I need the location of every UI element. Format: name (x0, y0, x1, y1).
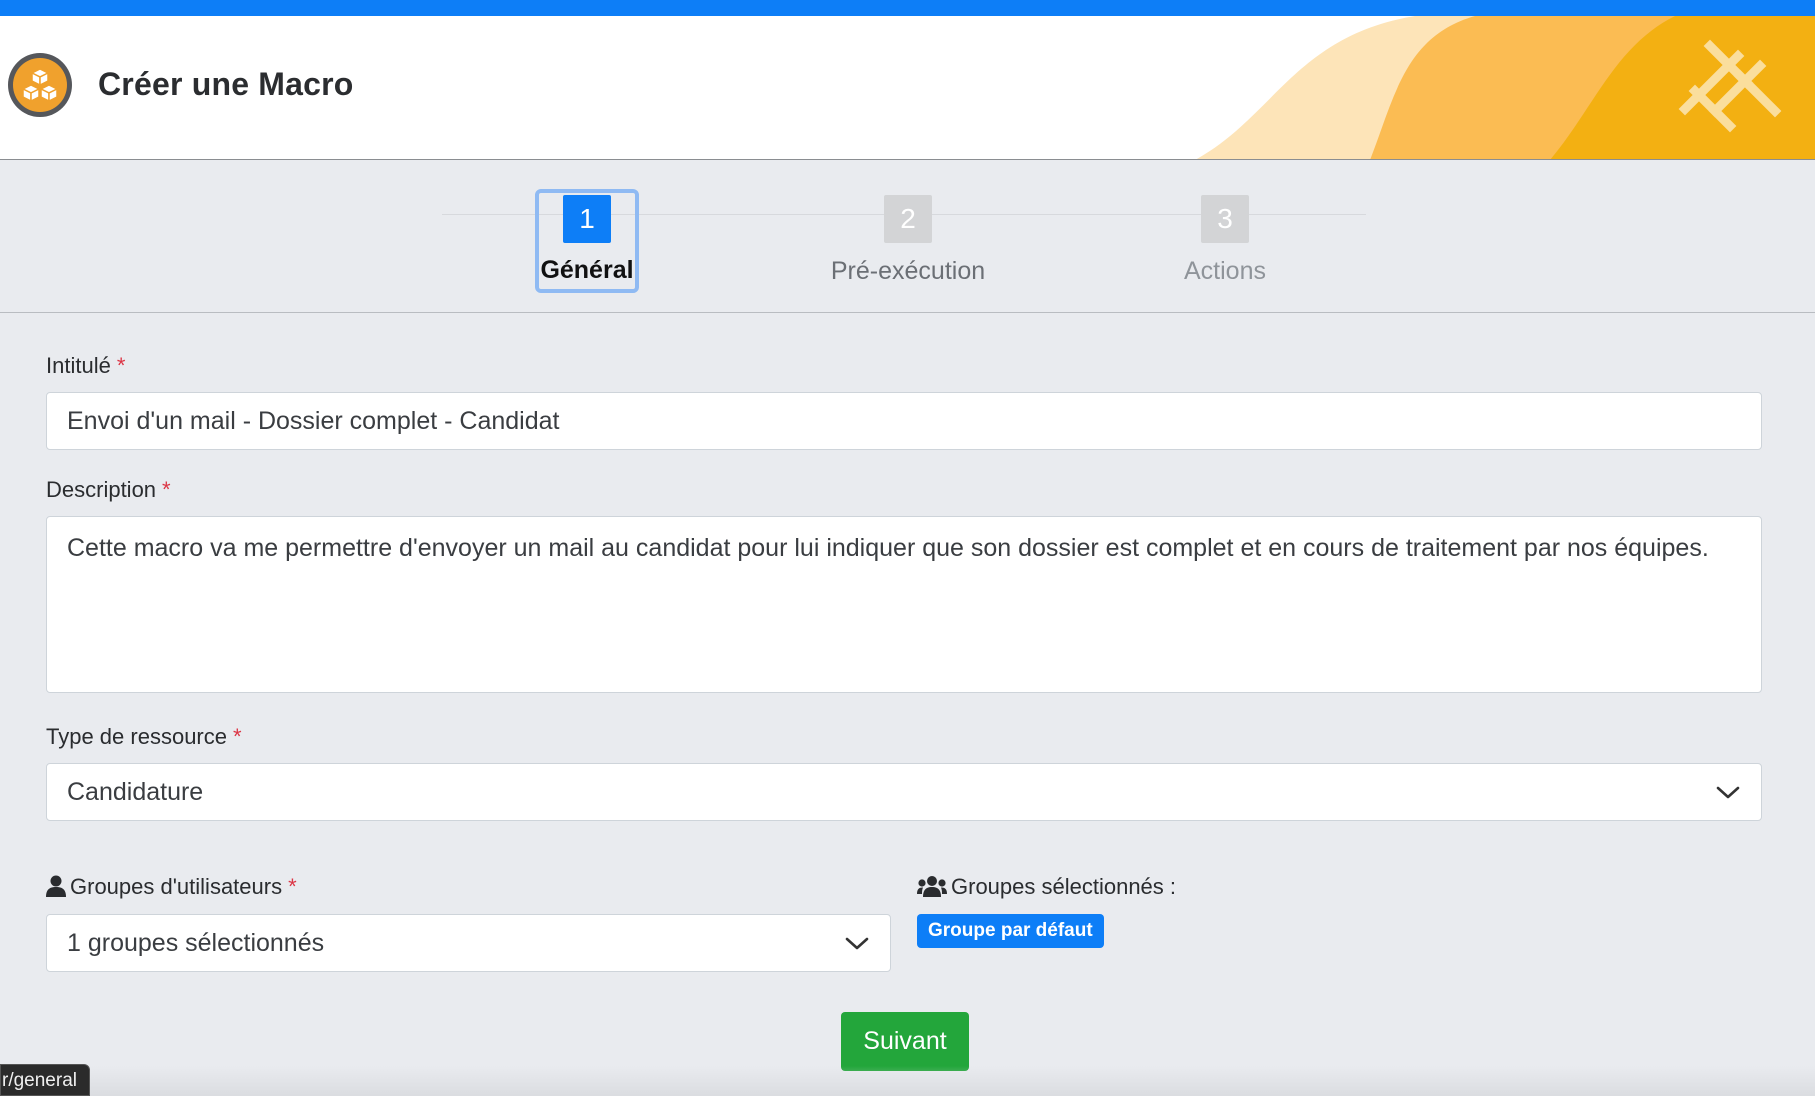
step-label: Actions (1184, 257, 1266, 285)
header-decoration (1196, 16, 1815, 159)
step-label: Général (540, 256, 634, 284)
wizard-stepper: 1 Général 2 Pré-exécution 3 Actions (0, 161, 1815, 313)
type-ressource-label: Type de ressource * (46, 724, 242, 749)
groupes-utilisateurs-select[interactable]: 1 groupes sélectionnés (46, 914, 891, 972)
description-label: Description * (46, 477, 171, 502)
required-asterisk: * (288, 874, 297, 899)
top-accent-bar (0, 0, 1815, 16)
step-actions[interactable]: 3 Actions (1173, 189, 1277, 293)
groupes-utilisateurs-label: Groupes d'utilisateurs * (46, 874, 297, 900)
type-ressource-select[interactable]: Candidature (46, 763, 1762, 821)
required-asterisk: * (232, 724, 242, 749)
intitule-label: Intitulé * (46, 353, 126, 378)
required-asterisk: * (162, 477, 171, 502)
user-icon (46, 875, 66, 897)
intitule-input[interactable]: Envoi d'un mail - Dossier complet - Cand… (46, 392, 1762, 450)
groupes-utilisateurs-value: 1 groupes sélectionnés (67, 929, 325, 957)
app-logo (8, 53, 72, 117)
chevron-down-icon (1716, 786, 1740, 799)
cubes-icon (13, 58, 67, 112)
bottom-fade (0, 1066, 1815, 1096)
status-bar-url: r/general (0, 1064, 90, 1096)
required-asterisk: * (116, 353, 126, 378)
next-button[interactable]: Suivant (841, 1012, 969, 1071)
group-badge[interactable]: Groupe par défaut (917, 914, 1104, 948)
step-number: 3 (1201, 195, 1249, 243)
step-pre-execution[interactable]: 2 Pré-exécution (828, 189, 988, 293)
page-header: Créer une Macro (0, 16, 1815, 160)
step-number: 2 (884, 195, 932, 243)
step-number: 1 (563, 195, 611, 243)
chevron-down-icon (845, 937, 869, 950)
step-label: Pré-exécution (830, 257, 986, 285)
step-general[interactable]: 1 Général (535, 189, 639, 293)
type-ressource-value: Candidature (67, 778, 204, 806)
description-textarea[interactable]: Cette macro va me permettre d'envoyer un… (46, 516, 1762, 693)
users-icon (917, 876, 947, 897)
groupes-selectionnes-label: Groupes sélectionnés : (917, 874, 1176, 900)
page-title: Créer une Macro (98, 66, 354, 102)
